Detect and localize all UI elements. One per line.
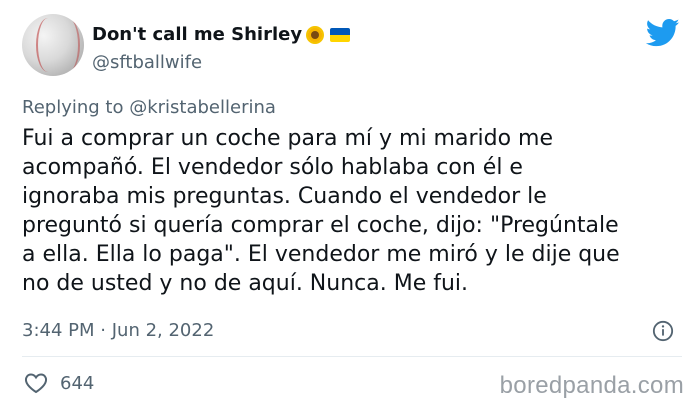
sunflower-icon	[306, 25, 325, 44]
ukraine-flag-icon	[330, 27, 351, 42]
tweet-text-line: a ella. Ella lo paga". El vendedor me mi…	[22, 242, 620, 267]
divider	[22, 356, 682, 357]
display-name[interactable]: Don't call me Shirley	[92, 24, 302, 45]
tweet-date: Jun 2, 2022	[111, 320, 215, 341]
meta-separator: ·	[100, 320, 106, 341]
tweet-text-line: Fui a comprar un coche para mí y mi mari…	[22, 126, 553, 151]
replying-to: Replying to @kristabellerina	[22, 97, 276, 118]
watermark: boredpanda.com	[499, 372, 684, 399]
tweet-text-line: acompañó. El vendedor sólo hablaba con é…	[22, 155, 523, 180]
reply-mention-link[interactable]: @kristabellerina	[129, 97, 276, 118]
replying-prefix: Replying to	[22, 97, 124, 118]
avatar[interactable]	[22, 14, 84, 76]
user-handle[interactable]: @sftballwife	[92, 52, 202, 73]
tweet-header: Don't call me Shirley @sftballwife	[22, 14, 682, 84]
tweet-time: 3:44 PM	[22, 320, 95, 341]
heart-icon[interactable]	[24, 372, 48, 394]
like-count: 644	[60, 372, 95, 394]
tweet-text-line: preguntó si quería comprar el coche, dij…	[22, 213, 619, 238]
tweet-text: Fui a comprar un coche para mí y mi mari…	[22, 124, 682, 298]
like-action[interactable]: 644	[24, 372, 94, 394]
tweet-timestamp[interactable]: 3:44 PM · Jun 2, 2022	[22, 320, 214, 341]
name-row: Don't call me Shirley	[92, 24, 351, 45]
softball-seam	[56, 18, 80, 72]
info-icon[interactable]	[652, 320, 674, 342]
tweet-text-line: no de usted y no de aquí. Nunca. Me fui.	[22, 271, 469, 296]
tweet-text-line: ignoraba mis preguntas. Cuando el vended…	[22, 184, 547, 209]
twitter-bird-icon[interactable]	[646, 18, 680, 48]
